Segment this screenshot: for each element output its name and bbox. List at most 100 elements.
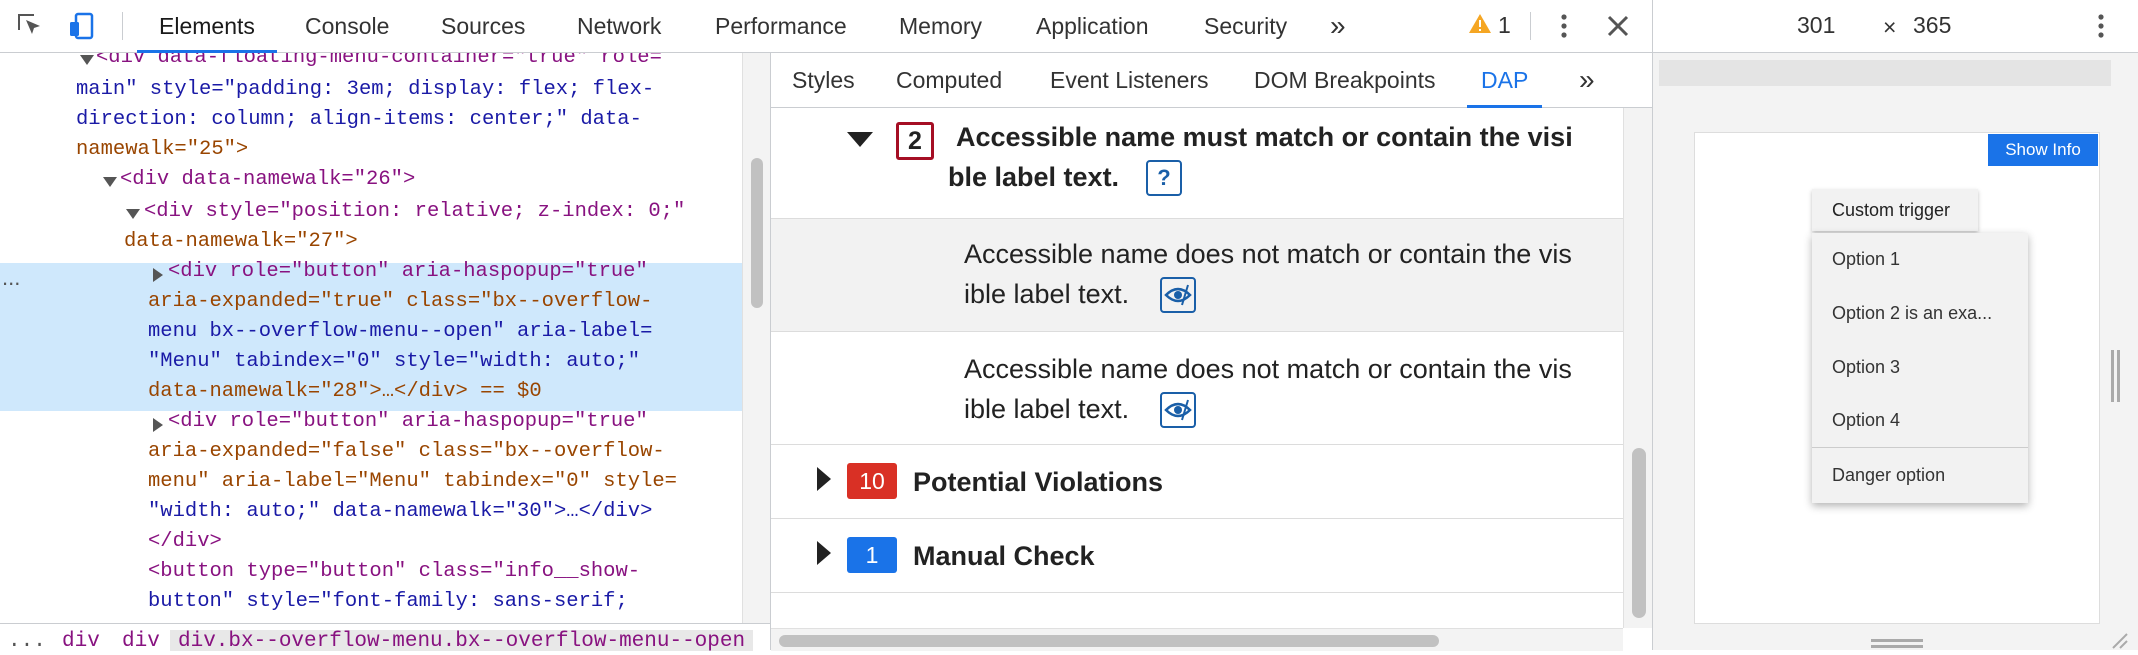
dom-tree: ... <div data-floating-menu-container="t… xyxy=(0,53,742,623)
highlight-eye-button[interactable] xyxy=(1160,392,1196,428)
emulated-viewport: Show Info Custom trigger Option 1 Option… xyxy=(1694,132,2100,624)
breadcrumb-ellipsis[interactable]: ... xyxy=(8,630,46,651)
manual-count-badge: 1 xyxy=(847,537,897,573)
overflow-menu: Option 1 Option 2 is an exa... Option 3 … xyxy=(1812,233,2028,503)
expand-triangle-icon[interactable] xyxy=(153,268,163,282)
warning-count[interactable]: 1 xyxy=(1498,12,1511,39)
issue-row[interactable]: Accessible name does not match or contai… xyxy=(771,332,1623,445)
collapse-triangle-icon[interactable] xyxy=(80,55,94,65)
dom-line[interactable]: direction: column; align-items: center;"… xyxy=(76,105,642,135)
highlight-eye-button[interactable] xyxy=(1160,277,1196,313)
tab-event-listeners[interactable]: Event Listeners xyxy=(1050,53,1209,107)
dom-line[interactable]: <div data-namewalk="26"> xyxy=(120,165,415,195)
breadcrumb-item[interactable]: div xyxy=(122,630,160,651)
dom-line[interactable]: <div role="button" aria-haspopup="true" xyxy=(168,407,648,437)
dom-line[interactable]: main" style="padding: 3em; display: flex… xyxy=(76,75,654,105)
collapse-triangle-icon[interactable] xyxy=(847,132,873,147)
tab-dap[interactable]: DAP xyxy=(1466,53,1543,108)
inspect-element-icon[interactable] xyxy=(14,10,46,42)
tab-network[interactable]: Network xyxy=(577,0,661,52)
rule-group[interactable]: 2 Accessible name must match or contain … xyxy=(771,108,1623,219)
viewport-width-input[interactable]: 301 xyxy=(1797,12,1835,39)
dom-line-selected[interactable]: menu bx--overflow-menu--open" aria-label… xyxy=(148,317,652,347)
show-info-button[interactable]: Show Info xyxy=(1988,134,2098,166)
resize-handle-bottom[interactable] xyxy=(1871,636,1923,648)
collapse-triangle-icon[interactable] xyxy=(103,177,117,187)
dom-line[interactable]: <div data-floating-menu-container="true"… xyxy=(96,53,662,73)
dom-line-selected[interactable]: aria-expanded="true" class="bx--overflow… xyxy=(148,287,652,317)
toolbar-separator xyxy=(122,12,123,40)
expand-triangle-icon[interactable] xyxy=(817,467,831,491)
kebab-menu-icon[interactable] xyxy=(1556,12,1572,45)
tab-application[interactable]: Application xyxy=(1036,0,1149,52)
expand-triangle-icon[interactable] xyxy=(817,541,831,565)
kebab-menu-icon[interactable] xyxy=(2093,12,2109,45)
violation-count-badge: 10 xyxy=(847,463,897,499)
dom-tree-scrollbar[interactable] xyxy=(742,53,771,623)
dom-line[interactable]: aria-expanded="false" class="bx--overflo… xyxy=(148,437,665,467)
close-icon[interactable] xyxy=(1606,14,1630,43)
rule-title: ble label text. xyxy=(948,162,1120,192)
media-query-bar[interactable] xyxy=(1659,60,2111,86)
node-actions-ellipsis[interactable]: ... xyxy=(2,263,20,293)
menu-divider xyxy=(1812,447,2028,448)
dom-line[interactable]: "width: auto;" data-namewalk="30">…</div… xyxy=(148,497,652,527)
tab-console[interactable]: Console xyxy=(305,0,389,52)
dimension-times-icon: × xyxy=(1883,14,1897,40)
dom-line[interactable]: button" style="font-family: sans-serif; xyxy=(148,587,628,617)
tab-computed[interactable]: Computed xyxy=(896,53,1002,107)
toolbar-separator xyxy=(1530,12,1531,40)
tab-performance[interactable]: Performance xyxy=(715,0,847,52)
dap-horizontal-scrollbar[interactable] xyxy=(771,628,1623,651)
breadcrumb-item[interactable]: div xyxy=(62,630,100,651)
dom-line-selected[interactable]: "Menu" tabindex="0" style="width: auto;" xyxy=(148,347,640,377)
tab-sources[interactable]: Sources xyxy=(441,0,525,52)
tab-styles[interactable]: Styles xyxy=(792,53,855,107)
more-sidebar-tabs-button[interactable]: » xyxy=(1579,53,1595,107)
device-toolbar-icon[interactable] xyxy=(66,10,98,42)
dom-line[interactable]: data-namewalk="27"> xyxy=(124,227,358,257)
resize-corner-icon[interactable] xyxy=(2109,630,2129,655)
menu-option[interactable]: Option 3 xyxy=(1832,357,1900,378)
dom-line[interactable]: <button type="button" class="info__show- xyxy=(148,557,640,587)
dom-line[interactable]: namewalk="25"> xyxy=(76,135,248,165)
menu-option[interactable]: Option 2 is an exa... xyxy=(1832,303,1992,324)
viewport-height-input[interactable]: 365 xyxy=(1913,12,1951,39)
help-button[interactable]: ? xyxy=(1146,160,1182,196)
tab-security[interactable]: Security xyxy=(1204,0,1287,52)
dap-scrollbar[interactable] xyxy=(1623,108,1654,628)
potential-violations-group[interactable]: 10 Potential Violations xyxy=(771,445,1623,519)
dom-line[interactable]: </div> xyxy=(148,527,222,557)
dap-results: 2 Accessible name must match or contain … xyxy=(771,108,1623,628)
tab-elements[interactable]: Elements xyxy=(137,0,277,53)
more-tabs-button[interactable]: » xyxy=(1330,0,1346,52)
danger-option[interactable]: Danger option xyxy=(1832,465,1945,486)
group-label: Potential Violations xyxy=(913,467,1164,497)
warning-icon[interactable] xyxy=(1468,12,1492,41)
group-label: Manual Check xyxy=(913,541,1095,571)
tab-memory[interactable]: Memory xyxy=(899,0,982,52)
dom-line[interactable]: menu" aria-label="Menu" tabindex="0" sty… xyxy=(148,467,677,497)
resize-handle-right[interactable] xyxy=(2111,350,2121,402)
breadcrumb: ... div div div.bx--overflow-menu.bx--ov… xyxy=(0,623,770,651)
issue-row[interactable]: Accessible name does not match or contai… xyxy=(771,219,1623,332)
custom-trigger-button[interactable]: Custom trigger xyxy=(1812,189,1978,231)
menu-option[interactable]: Option 4 xyxy=(1832,410,1900,431)
eye-icon xyxy=(1164,399,1192,421)
breadcrumb-item-current[interactable]: div.bx--overflow-menu.bx--overflow-menu-… xyxy=(170,630,754,651)
devtools-toolbar: Elements Console Sources Network Perform… xyxy=(0,0,1652,53)
sidebar-pane: Styles Computed Event Listeners DOM Brea… xyxy=(770,53,1654,651)
expand-triangle-icon[interactable] xyxy=(153,418,163,432)
menu-option[interactable]: Option 1 xyxy=(1832,249,1900,270)
tab-dom-breakpoints[interactable]: DOM Breakpoints xyxy=(1254,53,1436,107)
collapse-triangle-icon[interactable] xyxy=(126,209,140,219)
scrollbar-thumb[interactable] xyxy=(779,635,1439,647)
dom-line-selected[interactable]: <div role="button" aria-haspopup="true" xyxy=(168,257,648,287)
scrollbar-thumb[interactable] xyxy=(1632,448,1646,618)
dom-line[interactable]: <div style="position: relative; z-index:… xyxy=(144,197,685,227)
manual-check-group[interactable]: 1 Manual Check xyxy=(771,519,1623,593)
device-emulation-panel: 301 × 365 Show Info Custom trigger Optio… xyxy=(1652,0,2138,650)
scrollbar-thumb[interactable] xyxy=(751,158,763,308)
dom-line-selected[interactable]: data-namewalk="28">…</div> == $0 xyxy=(148,377,542,407)
issue-message: Accessible name does not match or contai… xyxy=(964,354,1572,384)
